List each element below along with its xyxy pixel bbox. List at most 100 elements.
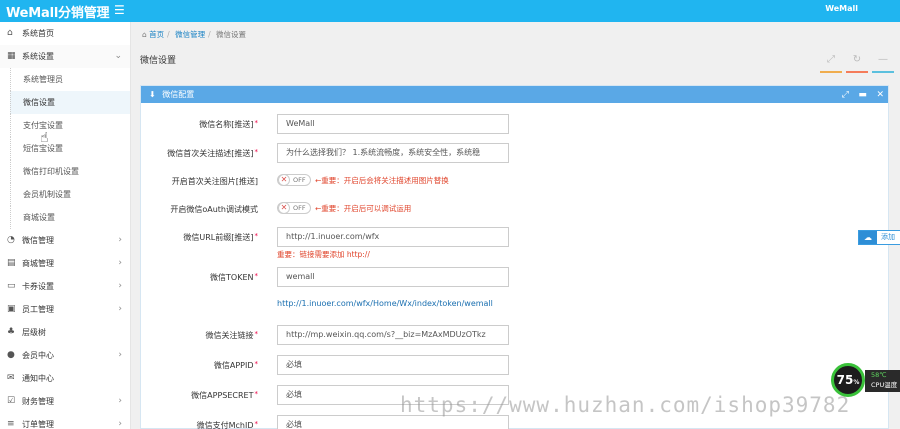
token-input[interactable]: wemall	[277, 267, 509, 287]
mail-icon: ✉	[7, 373, 15, 383]
field-label: 微信支付MchID*	[196, 420, 258, 429]
sidebar-item-store[interactable]: ▤ 商城管理 ›	[0, 252, 130, 275]
field-label: 微信URL前缀[推送]*	[183, 232, 258, 242]
follow-link-input[interactable]: http://mp.weixin.qq.com/s?__biz=MzAxMDUz…	[277, 325, 509, 345]
sidebar-item-label: 系统设置	[22, 52, 54, 61]
chevron-right-icon: ›	[118, 350, 122, 360]
sidebar-item-label: 层级树	[22, 328, 46, 337]
download-arrow-icon: ⬇	[149, 90, 156, 99]
sidebar-item-tree[interactable]: ♣ 层级树	[0, 321, 130, 344]
sidebar-subitem-wechat-settings[interactable]: 微信设置	[10, 91, 130, 114]
sidebar-item-label: 会员中心	[22, 351, 54, 360]
staff-icon: ▣	[7, 304, 16, 314]
field-label: 微信APPID*	[213, 360, 258, 370]
sidebar-item-label: 订单管理	[22, 420, 54, 429]
sidebar-item-staff[interactable]: ▣ 员工管理 ›	[0, 298, 130, 321]
finance-icon: ☑	[7, 396, 16, 406]
appid-input[interactable]: 必填	[277, 355, 509, 375]
breadcrumb: ⌂ 首页 / 微信管理 / 微信设置	[142, 30, 246, 39]
tree-icon: ♣	[7, 327, 16, 337]
brand-title[interactable]: WeMall分销管理	[6, 2, 110, 21]
sidebar-item-coupons[interactable]: ▭ 卡券设置 ›	[0, 275, 130, 298]
sidebar-item-label: 微信管理	[22, 236, 54, 245]
home-icon: ⌂	[142, 30, 147, 39]
field-label: 微信关注链接*	[205, 330, 259, 340]
sidebar-subitem-alipay[interactable]: 支付宝设置	[10, 114, 130, 137]
field-label: 微信名称[推送]*	[199, 119, 258, 129]
sidebar-item-wechat[interactable]: ◔ 微信管理 ›	[0, 229, 130, 252]
cloud-share-icon: ☁	[859, 231, 877, 244]
sidebar-item-label: 通知中心	[22, 374, 54, 383]
field-label: 开启微信oAuth调试模式	[170, 205, 258, 214]
follow-desc-input[interactable]: 为什么选择我们？ 1.系统流畅度，系统安全性，系统稳	[277, 143, 509, 163]
sidebar-subitem-printer[interactable]: 微信打印机设置	[10, 160, 130, 183]
refresh-icon[interactable]: ↻	[846, 54, 868, 73]
sidebar-item-member-center[interactable]: ● 会员中心 ›	[0, 344, 130, 367]
fullscreen-icon[interactable]: ⤢	[820, 54, 842, 73]
chevron-down-icon: ⌄	[114, 51, 122, 61]
chevron-right-icon: ›	[118, 396, 122, 406]
oauth-debug-toggle[interactable]: ✕ OFF	[277, 202, 311, 214]
breadcrumb-current: 微信设置	[216, 30, 246, 39]
field-label: 开启首次关注图片[推送]	[171, 177, 258, 186]
wechat-name-input[interactable]: WeMall	[277, 114, 509, 134]
sidebar-item-label: 财务管理	[22, 397, 54, 406]
sidebar-item-label: 员工管理	[22, 305, 54, 314]
card-icon: ▭	[7, 281, 16, 291]
toggle-state: OFF	[293, 176, 306, 184]
cpu-temp-label: CPU温度	[871, 381, 898, 389]
field-note: ←重要：开启后会将关注描述用图片替换	[315, 176, 449, 185]
sidebar-subitem-admin[interactable]: 系统管理员	[10, 68, 130, 91]
sidebar-item-label: 商城管理	[22, 259, 54, 268]
cpu-usage-gauge: 75%	[831, 363, 865, 397]
cpu-temp-box: 58℃ CPU温度	[865, 370, 900, 392]
member-icon: ●	[7, 350, 15, 360]
chevron-right-icon: ›	[118, 281, 122, 291]
token-url-link[interactable]: http://1.inuoer.com/wfx/Home/Wx/index/to…	[277, 299, 493, 308]
minimize-icon[interactable]: ▬	[858, 90, 867, 100]
close-icon[interactable]: ✕	[876, 90, 884, 100]
mchid-input[interactable]: 必填	[277, 415, 509, 429]
sidebar-item-notifications[interactable]: ✉ 通知中心	[0, 367, 130, 390]
sidebar: ⌂ 系统首页 ▦ 系统设置 ⌄ 系统管理员 微信设置 支付宝设置 短信宝设置 微…	[0, 22, 131, 429]
field-label: 微信TOKEN*	[210, 272, 258, 282]
wechat-icon: ◔	[7, 235, 15, 245]
mouse-cursor-icon: ☝	[40, 130, 49, 146]
hamburger-icon[interactable]: ☰	[114, 3, 125, 17]
top-bar: WeMall分销管理 ☰ WeMall	[0, 0, 900, 22]
sidebar-item-label: 系统首页	[22, 29, 54, 38]
sidebar-item-home[interactable]: ⌂ 系统首页	[0, 22, 130, 45]
float-share-widget[interactable]: ☁ 添加	[858, 230, 900, 245]
off-x-icon: ✕	[278, 202, 290, 214]
user-name[interactable]: WeMall	[825, 4, 858, 13]
cpu-monitor-widget: 75% 58℃ CPU温度	[831, 363, 900, 397]
sidebar-item-system-settings[interactable]: ▦ 系统设置 ⌄	[0, 45, 130, 68]
chevron-right-icon: ›	[118, 419, 122, 429]
cpu-usage-value: 75	[836, 373, 854, 387]
sidebar-item-finance[interactable]: ☑ 财务管理 ›	[0, 390, 130, 413]
home-icon: ⌂	[7, 28, 13, 38]
breadcrumb-home[interactable]: 首页	[149, 30, 164, 39]
sidebar-subitem-mall[interactable]: 商城设置	[10, 206, 130, 229]
field-label: 微信APPSECRET*	[191, 390, 258, 400]
field-help: 重要：链接需要添加 http://	[277, 250, 370, 259]
url-prefix-input[interactable]: http://1.inuoer.com/wfx	[277, 227, 509, 247]
watermark: https://www.huzhan.com/ishop39782	[400, 393, 851, 417]
sidebar-subitem-sms[interactable]: 短信宝设置	[10, 137, 130, 160]
grid-icon: ▦	[7, 51, 16, 61]
page-title: 微信设置	[140, 56, 177, 66]
chevron-right-icon: ›	[118, 304, 122, 314]
page-tools: ⤢ ↻ —	[820, 52, 900, 73]
sidebar-subitem-member-mechanism[interactable]: 会员机制设置	[10, 183, 130, 206]
follow-pic-toggle[interactable]: ✕ OFF	[277, 174, 311, 186]
wechat-config-panel: ⬇ 微信配置 ⤢ ▬ ✕ 微信名称[推送]* WeMall 微信首次关注描述[推…	[140, 85, 889, 429]
panel-title: 微信配置	[162, 90, 195, 99]
collapse-icon[interactable]: —	[872, 54, 894, 73]
panel-tools: ⤢ ▬ ✕	[835, 86, 884, 104]
expand-icon[interactable]: ⤢	[842, 90, 849, 100]
panel-header: ⬇ 微信配置 ⤢ ▬ ✕	[141, 86, 888, 103]
cpu-temp-value: 58℃	[871, 371, 887, 379]
sidebar-item-orders[interactable]: ≡ 订单管理 ›	[0, 413, 130, 429]
breadcrumb-section[interactable]: 微信管理	[175, 30, 205, 39]
store-icon: ▤	[7, 258, 16, 268]
